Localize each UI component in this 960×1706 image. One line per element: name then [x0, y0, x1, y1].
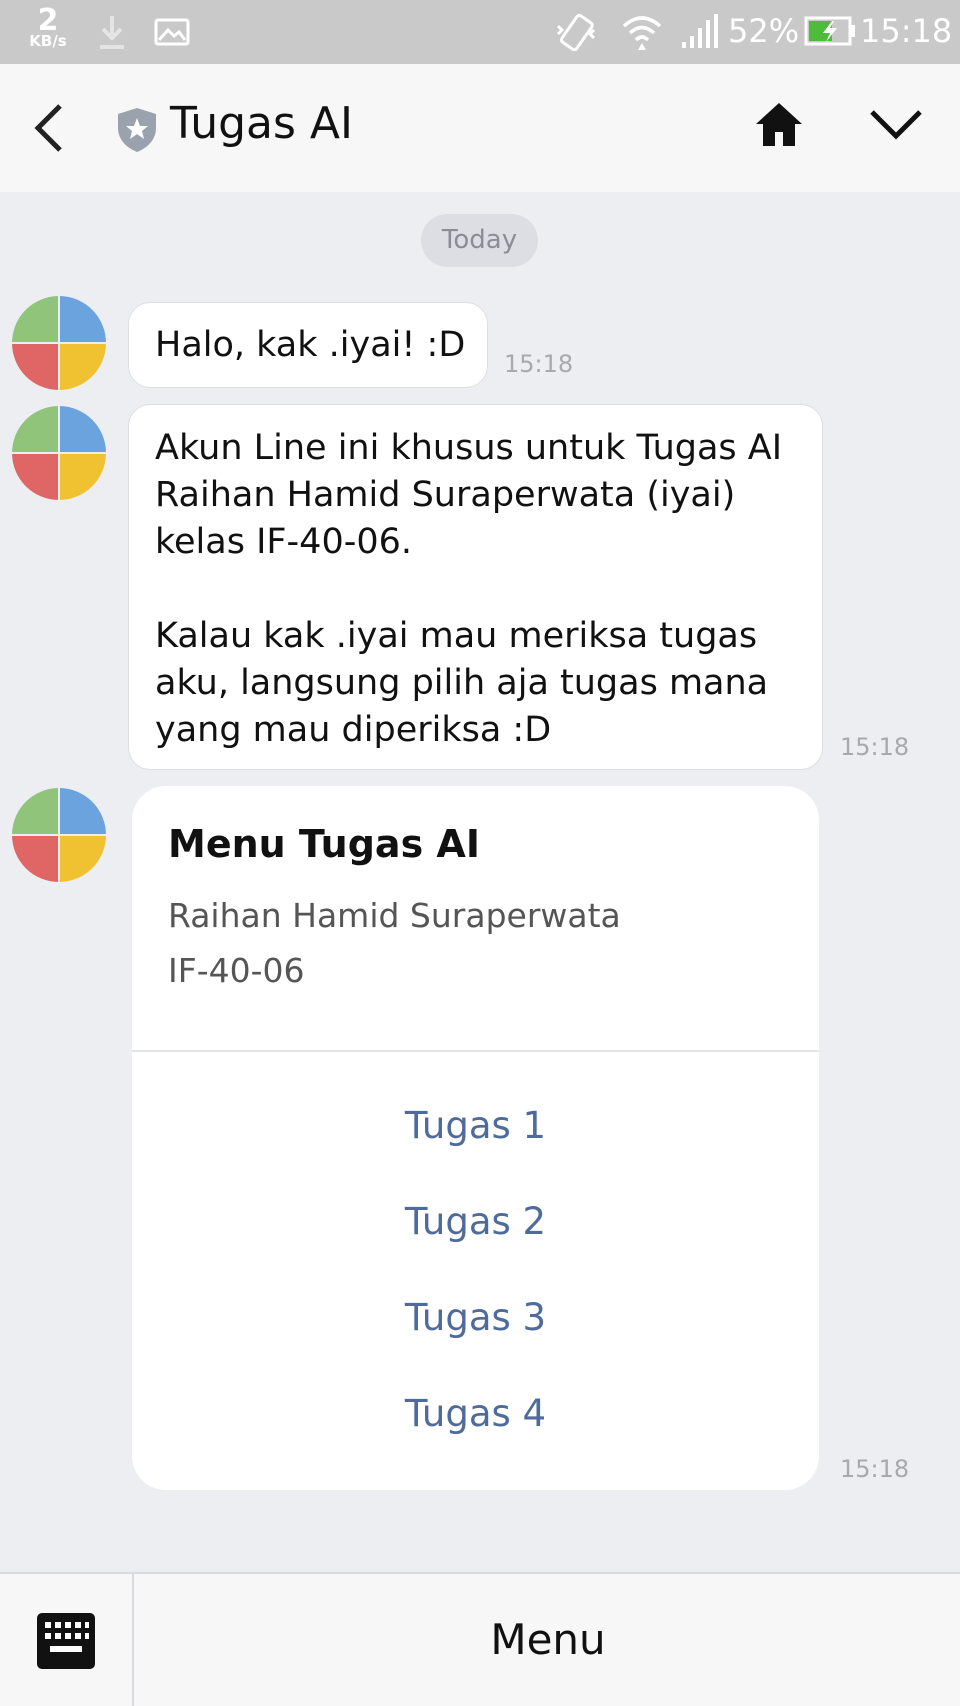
status-time: 15:18 — [860, 12, 953, 50]
card-title: Menu Tugas AI — [168, 822, 480, 866]
bottom-bar: Menu — [0, 1572, 960, 1706]
card-divider — [132, 1050, 819, 1052]
message-line: Kalau kak .iyai mau meriksa tugas — [155, 616, 758, 656]
status-bar: 2 KB/s 52% 15:18 — [0, 0, 960, 64]
battery-percent: 52% — [728, 12, 800, 50]
download-icon — [98, 14, 126, 54]
message-line: Raihan Hamid Suraperwata (iyai) — [155, 475, 736, 515]
keyboard-icon[interactable] — [36, 1612, 96, 1674]
signal-icon — [680, 14, 720, 54]
image-icon — [154, 18, 190, 50]
message-line: yang mau diperiksa :D — [155, 710, 552, 750]
message-text: Halo, kak .iyai! :D — [155, 325, 466, 365]
menu-button[interactable]: Menu — [136, 1574, 960, 1706]
message-bubble[interactable]: Akun Line ini khusus untuk Tugas AI Raih… — [128, 404, 823, 770]
card-option-tugas-3[interactable]: Tugas 3 — [132, 1296, 819, 1339]
message-time: 15:18 — [840, 1455, 910, 1483]
message-line: kelas IF-40-06. — [155, 522, 412, 562]
avatar[interactable] — [12, 296, 106, 390]
avatar[interactable] — [12, 406, 106, 500]
home-icon[interactable] — [754, 100, 804, 154]
menu-card: Menu Tugas AI Raihan Hamid Suraperwata I… — [132, 786, 819, 1490]
message-line — [155, 566, 802, 613]
message-line: aku, langsung pilih aja tugas mana — [155, 663, 769, 703]
card-subtitle-name: Raihan Hamid Suraperwata — [168, 896, 621, 935]
vibrate-icon — [554, 12, 598, 56]
chat-header: Tugas AI — [0, 64, 960, 192]
message-time: 15:18 — [504, 350, 574, 378]
shield-star-icon — [116, 106, 158, 158]
message-time: 15:18 — [840, 733, 910, 761]
chat-title: Tugas AI — [170, 98, 353, 149]
back-icon[interactable] — [30, 100, 66, 160]
wifi-icon — [620, 12, 664, 56]
network-speed-unit: KB/s — [29, 32, 67, 50]
avatar[interactable] — [12, 788, 106, 882]
message-line: Akun Line ini khusus untuk Tugas AI — [155, 428, 783, 468]
card-option-tugas-1[interactable]: Tugas 1 — [132, 1104, 819, 1147]
card-option-tugas-4[interactable]: Tugas 4 — [132, 1392, 819, 1435]
battery-charging-icon — [804, 16, 856, 50]
keyboard-toggle[interactable] — [0, 1574, 134, 1706]
card-subtitle-class: IF-40-06 — [168, 951, 305, 990]
message-bubble[interactable]: Halo, kak .iyai! :D — [128, 302, 488, 388]
network-speed: 2 KB/s — [22, 6, 74, 49]
chevron-down-icon[interactable] — [868, 106, 924, 146]
card-option-tugas-2[interactable]: Tugas 2 — [132, 1200, 819, 1243]
date-separator: Today — [421, 214, 538, 267]
